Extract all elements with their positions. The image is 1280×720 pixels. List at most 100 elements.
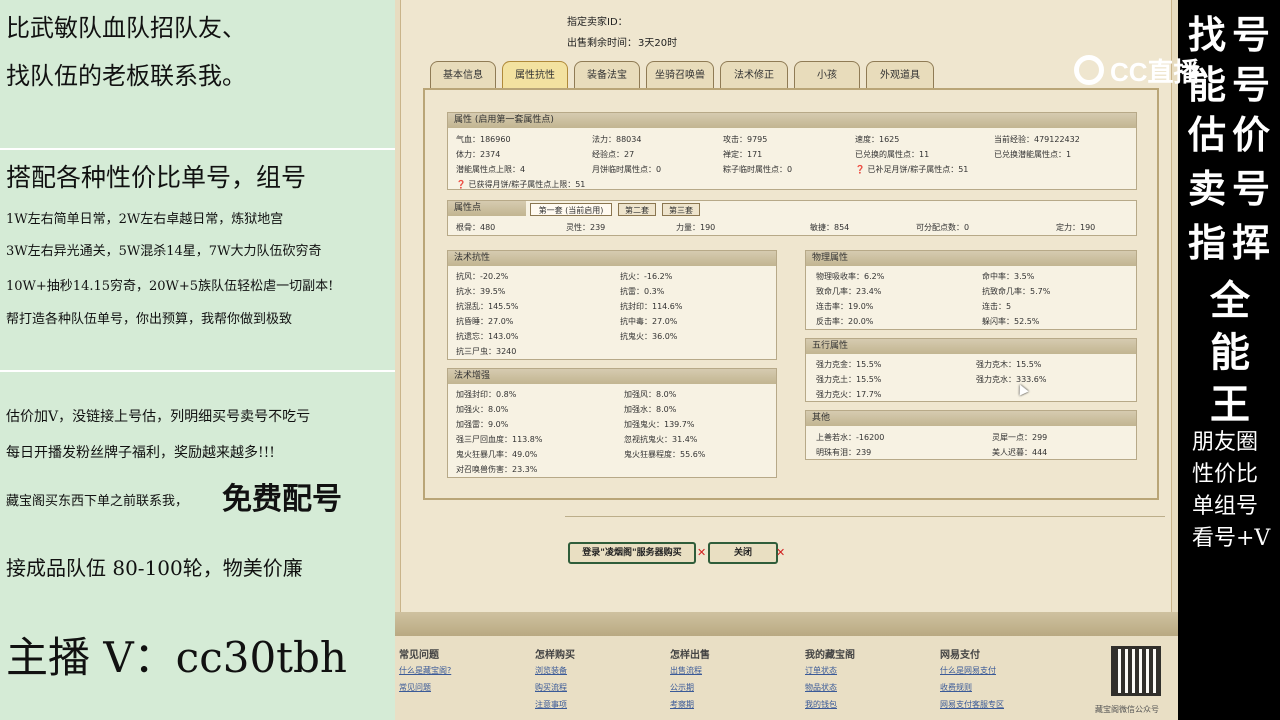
stat: 可分配点数：0	[916, 223, 970, 232]
footer-band	[395, 612, 1178, 636]
footer-link[interactable]: 订单状态	[805, 665, 855, 676]
tab-mounts-pets[interactable]: 坐骑召唤兽	[646, 61, 714, 88]
stat: 根骨：480	[456, 223, 496, 232]
footer-link[interactable]: 常见问题	[399, 682, 451, 693]
promo-line: 帮打造各种队伍单号，你出预算，我帮你做到极致	[6, 312, 293, 327]
stat: 粽子临时属性点：0	[723, 165, 793, 174]
section-title: 属性点	[448, 201, 526, 216]
stat: 加强火：8.0%	[456, 405, 509, 414]
stat: 连击：5	[982, 302, 1012, 311]
stat: 当前经验：479122432	[994, 135, 1080, 144]
stat: 灵性：239	[566, 223, 606, 232]
tab-point-set-1[interactable]: 第一套 (当前启用)	[530, 203, 612, 216]
qr-caption: 藏宝阁微信公众号	[1095, 705, 1159, 714]
footer-link[interactable]: 公示期	[670, 682, 710, 693]
footer-link[interactable]: 出售流程	[670, 665, 710, 676]
tab-point-set-3[interactable]: 第三套	[662, 203, 700, 216]
footer-link[interactable]: 收费规则	[940, 682, 1004, 693]
close-button[interactable]: 关闭	[708, 542, 778, 564]
footer-column: 网易支付 什么是网易支付 收费规则 网易支付客服专区	[940, 646, 1004, 716]
divider	[0, 370, 395, 372]
stat: 抗混乱：145.5%	[456, 302, 519, 311]
remaining-time-label: 出售剩余时间：	[567, 38, 637, 49]
game-trade-page: 指定卖家ID： 出售剩余时间： 3天20时 基本信息 属性抗性 装备法宝 坐骑召…	[395, 0, 1178, 720]
promo-line: 比武敏队血队招队友、	[6, 14, 246, 42]
close-icon[interactable]: ✕	[697, 546, 706, 559]
remaining-time-value: 3天20时	[638, 38, 678, 49]
tab-appearance[interactable]: 外观道具	[866, 61, 934, 88]
stat: 明珠有泪：239	[816, 448, 872, 457]
promo-line: 找队伍的老板联系我。	[6, 62, 246, 90]
right-promo-panel: 找 号 能 号 估 价 卖 号 指 挥 全 能 王 朋友圈 性价比 单组号 看号…	[1178, 0, 1280, 720]
stat: 对召唤兽伤害：23.3%	[456, 465, 538, 474]
stat: ❓ 已获得月饼/粽子属性点上限：51	[456, 180, 586, 189]
stat: 定力：190	[1056, 223, 1096, 232]
footer-column: 常见问题 什么是藏宝阁? 常见问题	[399, 646, 451, 699]
promo-line: 3W左右异光通关，5W混杀14星，7W大力队伍砍穷奇	[6, 244, 322, 259]
promo-line: 单组号	[1192, 494, 1259, 519]
stat: 上善若水：-16200	[816, 433, 885, 442]
stat: 经验点：27	[592, 150, 635, 159]
stat: 抗昏睡：27.0%	[456, 317, 514, 326]
promo-line: 朋友圈	[1192, 430, 1259, 455]
promo-line: 藏宝阁买东西下单之前联系我，	[6, 494, 189, 509]
footer-link[interactable]: 网易支付客服专区	[940, 699, 1004, 710]
footer-heading: 网易支付	[940, 650, 980, 661]
stat: 强力克水：333.6%	[976, 375, 1047, 384]
footer-link[interactable]: 注意事项	[535, 699, 575, 710]
footer-link[interactable]: 什么是藏宝阁?	[399, 665, 451, 676]
footer-link[interactable]: 浏览装备	[535, 665, 575, 676]
promo-line: 每日开播发粉丝牌子福利，奖励越来越多!!!	[6, 445, 275, 461]
footer-column: 怎样出售 出售流程 公示期 考察期	[670, 646, 710, 716]
divider	[0, 148, 395, 150]
tab-child[interactable]: 小孩	[794, 61, 860, 88]
promo-line: 接成品队伍 80-100轮，物美价廉	[6, 556, 303, 580]
seller-id-label: 指定卖家ID：	[567, 17, 628, 28]
stat: 美人迟暮：444	[992, 448, 1048, 457]
tab-spell-mods[interactable]: 法术修正	[720, 61, 788, 88]
cc-logo-text: CC直播	[1110, 56, 1200, 87]
promo-char: 指	[1188, 220, 1227, 265]
stat: 抗鬼火：36.0%	[620, 332, 678, 341]
stat: 致命几率：23.4%	[816, 287, 882, 296]
footer-link[interactable]: 物品状态	[805, 682, 855, 693]
stat: 强三尸回血度：113.8%	[456, 435, 543, 444]
stat: 抗水：39.5%	[456, 287, 506, 296]
footer-heading: 我的藏宝阁	[805, 650, 855, 661]
stat: 忽视抗鬼火：31.4%	[624, 435, 698, 444]
tab-attributes[interactable]: 属性抗性	[502, 61, 568, 88]
promo-char: 全	[1210, 277, 1250, 324]
streamer-contact: 主播 V：cc30tbh	[6, 633, 347, 682]
promo-highlight: 免费配号	[222, 482, 342, 517]
stat: 速度：1625	[855, 135, 900, 144]
stat: 抗雷：0.3%	[620, 287, 665, 296]
footer-link[interactable]: 什么是网易支付	[940, 665, 1004, 676]
stat: 已兑换潜能属性点：1	[994, 150, 1072, 159]
physical-attr-box: 物理属性 物理吸收率：6.2% 命中率：3.5% 致命几率：23.4% 抗致命几…	[805, 250, 1137, 330]
stat: 强力克木：15.5%	[976, 360, 1042, 369]
close-icon[interactable]: ✕	[776, 546, 785, 559]
five-elements-box: 五行属性 强力克金：15.5% 强力克木：15.5% 强力克土：15.5% 强力…	[805, 338, 1137, 402]
promo-char: 号	[1232, 166, 1271, 211]
stat: 强力克土：15.5%	[816, 375, 882, 384]
footer-link[interactable]: 我的钱包	[805, 699, 855, 710]
section-title: 物理属性	[806, 251, 1136, 266]
footer-heading: 怎样购买	[535, 650, 575, 661]
footer-link[interactable]: 购买流程	[535, 682, 575, 693]
section-title: 法术抗性	[448, 251, 776, 266]
tab-point-set-2[interactable]: 第二套	[618, 203, 656, 216]
tab-equipment[interactable]: 装备法宝	[574, 61, 640, 88]
stat: 加强封印：0.8%	[456, 390, 517, 399]
stat: 连击率：19.0%	[816, 302, 874, 311]
stat: 加强鬼火：139.7%	[624, 420, 695, 429]
promo-char: 王	[1210, 381, 1250, 428]
left-promo-panel: 比武敏队血队招队友、 找队伍的老板联系我。 搭配各种性价比单号，组号 1W左右简…	[0, 0, 395, 720]
stat: 潜能属性点上限：4	[456, 165, 526, 174]
footer-link[interactable]: 考察期	[670, 699, 710, 710]
tab-basic-info[interactable]: 基本信息	[430, 61, 496, 88]
footer-heading: 怎样出售	[670, 650, 710, 661]
promo-char: 能	[1210, 329, 1250, 376]
stat: 加强雷：9.0%	[456, 420, 509, 429]
buy-on-server-button[interactable]: 登录"凌烟阁"服务器购买	[568, 542, 696, 564]
stat: 抗封印：114.6%	[620, 302, 683, 311]
